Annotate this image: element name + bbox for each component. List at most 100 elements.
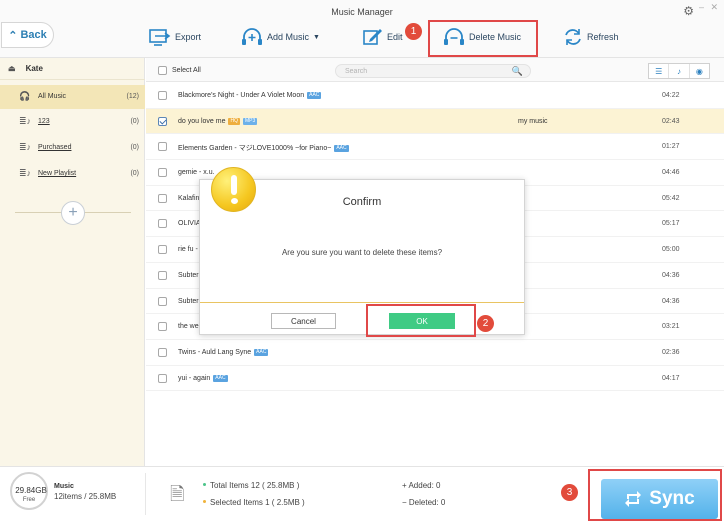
song-title-text: Subter xyxy=(178,297,199,305)
song-title-text: Subter xyxy=(178,271,199,279)
export-button[interactable]: Export xyxy=(149,28,201,46)
song-title: Blackmore's Night - Under A Violet Moon A… xyxy=(178,92,322,99)
song-title: Subter xyxy=(178,298,199,305)
format-badge: AAC xyxy=(334,145,349,153)
table-row[interactable]: Blackmore's Night - Under A Violet Moon A… xyxy=(146,83,724,109)
sidebar-item-all-music[interactable]: 🎧 All Music (12) xyxy=(0,85,145,109)
add-music-button[interactable]: Add Music ▼ xyxy=(241,28,320,46)
edit-button[interactable]: Edit xyxy=(363,28,403,46)
row-checkbox[interactable] xyxy=(158,245,167,255)
table-row[interactable]: yui - again AAC 04:17 xyxy=(146,366,724,392)
format-badge: AAC xyxy=(213,374,228,382)
plus-icon: + xyxy=(68,204,78,221)
back-button-label: Back xyxy=(20,29,47,41)
list-view-icon[interactable]: ☰ xyxy=(649,64,670,78)
add-music-icon xyxy=(242,28,262,45)
sidebar-item-123[interactable]: ≣♪ 123 (0) xyxy=(0,110,145,134)
song-title-text: do you love me xyxy=(178,117,226,125)
song-title: OLIVIA xyxy=(178,220,201,227)
eject-icon[interactable]: ⏏ xyxy=(8,64,16,73)
song-duration: 04:36 xyxy=(662,271,680,279)
song-title: rie fu - xyxy=(178,246,198,253)
song-duration: 05:00 xyxy=(662,246,680,254)
search-input[interactable]: Search 🔍 xyxy=(335,64,531,78)
sidebar-item-purchased[interactable]: ≣♪ Purchased (0) xyxy=(0,136,145,160)
sync-button-highlight xyxy=(588,469,722,521)
song-duration: 03:21 xyxy=(662,323,680,331)
edit-label: Edit xyxy=(387,32,403,42)
minus-icon: − xyxy=(402,498,409,507)
row-checkbox[interactable] xyxy=(158,91,167,100)
search-icon[interactable]: 🔍 xyxy=(512,66,523,77)
dialog-message: Are you sure you want to delete these it… xyxy=(281,248,443,257)
song-title: Kalafin xyxy=(178,195,199,202)
sidebar-item-label: Purchased xyxy=(38,144,72,151)
row-checkbox[interactable] xyxy=(158,142,167,152)
dialog-divider xyxy=(200,302,524,303)
song-title-text: Kalafin xyxy=(178,194,200,202)
refresh-button[interactable]: Refresh xyxy=(563,28,619,46)
step-marker-1: 1 xyxy=(405,23,422,40)
free-label: Free xyxy=(22,497,36,503)
sidebar-item-label: All Music xyxy=(38,93,67,100)
album-view-icon[interactable]: ◉ xyxy=(690,64,709,78)
step-marker-2: 2 xyxy=(477,315,494,332)
table-row[interactable]: Elements Garden - マジLOVE1000% ~for Piano… xyxy=(146,134,724,161)
selected-items-text: Selected Items 1 ( 2.5MB ) xyxy=(210,498,305,507)
song-title: the we xyxy=(178,323,199,330)
back-button[interactable]: ⌃ Back xyxy=(1,22,54,48)
song-duration: 02:43 xyxy=(662,117,680,125)
table-row[interactable]: do you love me HQ MP3 my music 02:43 xyxy=(146,108,724,135)
sidebar: ⏏ Kate 🎧 All Music (12) ≣♪ 123 (0) ≣♪ Pu… xyxy=(0,58,145,466)
device-name: Kate xyxy=(25,64,43,73)
playlist-icon: ≣♪ xyxy=(19,116,32,126)
song-duration: 05:17 xyxy=(662,220,680,228)
selected-items-stat: Selected Items 1 ( 2.5MB ) xyxy=(203,498,305,507)
cancel-button[interactable]: Cancel xyxy=(271,313,336,329)
dialog-title: Confirm xyxy=(342,196,382,208)
sidebar-item-new-playlist[interactable]: ≣♪ New Playlist (0) xyxy=(0,162,145,186)
add-playlist-button[interactable]: + xyxy=(61,201,85,225)
row-checkbox[interactable] xyxy=(158,193,167,203)
select-all-checkbox[interactable] xyxy=(158,66,167,75)
music-info: 12items / 25.8MB xyxy=(54,492,117,501)
divider xyxy=(145,473,146,515)
add-music-label: Add Music xyxy=(267,32,310,42)
orange-dot-icon xyxy=(203,500,206,503)
edit-icon xyxy=(363,29,382,45)
song-title-text: rie fu - xyxy=(178,246,198,254)
row-checkbox[interactable] xyxy=(158,322,167,332)
window-controls[interactable]: ‒ ✕ xyxy=(699,2,720,13)
song-duration: 01:27 xyxy=(662,143,680,151)
total-items-stat: Total Items 12 ( 25.8MB ) xyxy=(203,481,299,490)
song-title-text: Twins - Auld Lang Syne xyxy=(178,348,252,356)
format-badge: AAC xyxy=(307,92,322,99)
song-duration: 04:46 xyxy=(662,169,680,177)
row-checkbox[interactable] xyxy=(158,219,167,229)
sidebar-item-count: (0) xyxy=(130,144,139,151)
step-marker-3: 3 xyxy=(561,484,578,501)
row-checkbox[interactable] xyxy=(158,373,167,383)
table-row[interactable]: Twins - Auld Lang Syne AAC 02:36 xyxy=(146,340,724,366)
row-checkbox[interactable] xyxy=(158,168,167,178)
song-title-text: Elements Garden - マジLOVE1000% ~for Piano… xyxy=(178,145,332,153)
song-duration: 04:17 xyxy=(662,374,680,382)
song-title-text: gemie - x.u. xyxy=(178,169,215,177)
song-title: do you love me HQ MP3 xyxy=(178,117,258,125)
song-title-text: the we xyxy=(178,323,199,331)
settings-gear-icon[interactable]: ⚙ xyxy=(683,4,694,18)
artist-view-icon[interactable]: ♪ xyxy=(669,64,690,78)
refresh-icon xyxy=(565,29,581,45)
row-checkbox[interactable] xyxy=(158,270,167,280)
format-badge: HQ xyxy=(228,117,240,125)
device-row[interactable]: ⏏ Kate xyxy=(0,58,145,80)
song-duration: 04:36 xyxy=(662,297,680,305)
sidebar-item-count: (12) xyxy=(126,93,139,100)
row-checkbox[interactable] xyxy=(158,296,167,306)
row-checkbox[interactable] xyxy=(158,116,167,126)
playlist-icon: ≣♪ xyxy=(19,168,32,178)
row-checkbox[interactable] xyxy=(158,347,167,357)
free-size: 29.84GB xyxy=(15,486,47,495)
song-title-text: Blackmore's Night - Under A Violet Moon xyxy=(178,92,305,99)
search-placeholder: Search xyxy=(345,68,368,75)
